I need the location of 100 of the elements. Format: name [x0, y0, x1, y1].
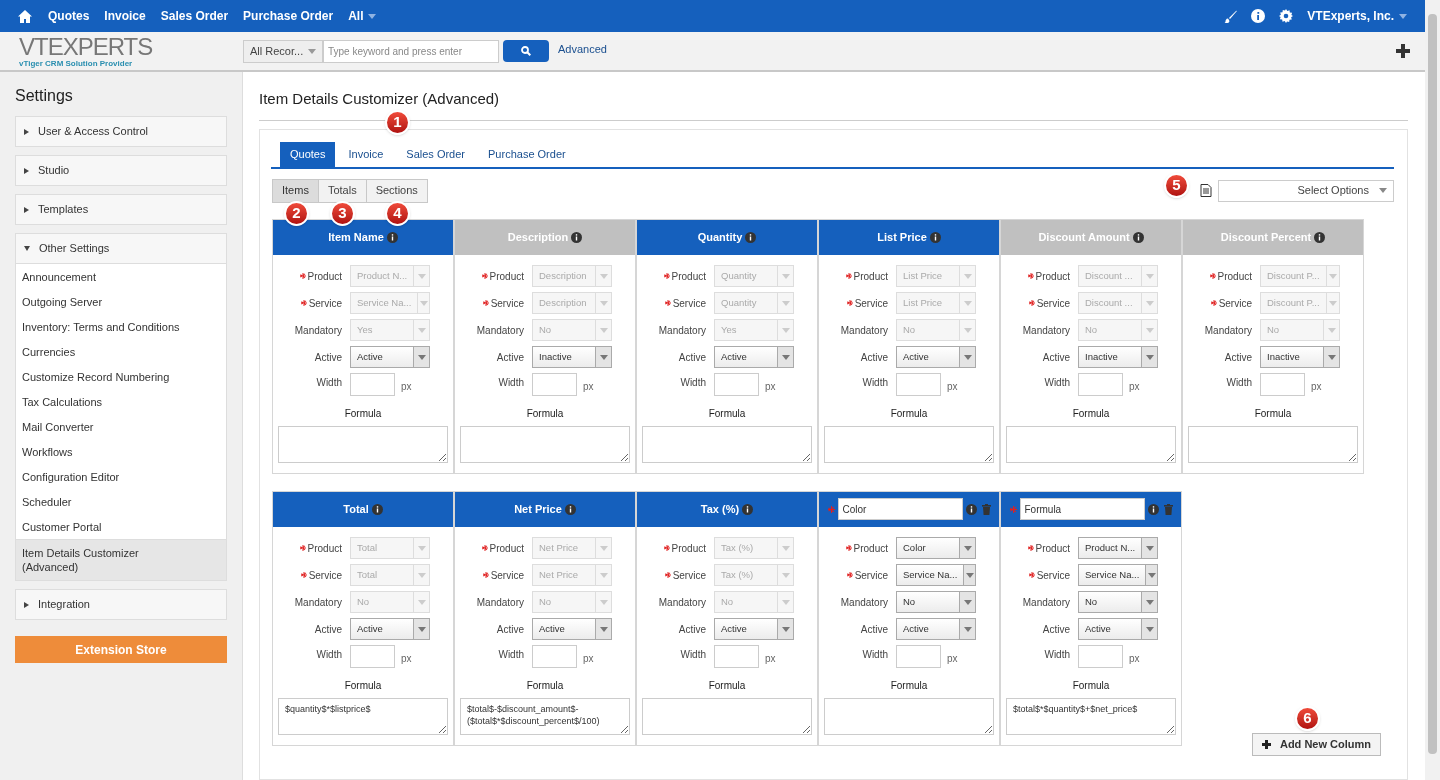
width-field[interactable]: [1260, 372, 1305, 396]
dropdown[interactable]: Inactive: [532, 346, 612, 368]
dropdown[interactable]: Active: [896, 346, 976, 368]
info-icon: [929, 231, 941, 243]
dropdown[interactable]: Active: [714, 618, 794, 640]
width-field[interactable]: [532, 372, 577, 396]
scrollbar[interactable]: [1425, 0, 1440, 780]
field-label: Width: [861, 375, 888, 390]
caret-icon: [308, 48, 316, 54]
document-icon[interactable]: [1200, 184, 1212, 197]
search-scope-dropdown[interactable]: All Recor...: [243, 39, 323, 63]
module-tab[interactable]: Quotes: [280, 141, 336, 167]
paintbrush-icon[interactable]: [1224, 9, 1238, 23]
dropdown[interactable]: Service Na...: [896, 564, 976, 586]
caret-icon: [1145, 599, 1154, 605]
unit-label: px: [1129, 651, 1140, 666]
sidebar-item[interactable]: Item Details Customizer (Advanced): [16, 539, 226, 580]
sub-tab[interactable]: Items: [272, 178, 319, 203]
caret-icon: [1328, 300, 1337, 306]
module-tab[interactable]: Invoice: [338, 141, 394, 167]
caret-icon: [781, 300, 790, 306]
dropdown[interactable]: Active: [896, 618, 976, 640]
module-tab[interactable]: Purchase Order: [478, 141, 576, 167]
expression-field[interactable]: [1006, 425, 1176, 463]
width-field[interactable]: [350, 372, 395, 396]
dropdown: Discount ...: [1078, 292, 1158, 314]
dropdown[interactable]: Inactive: [1078, 346, 1158, 368]
width-field[interactable]: [1078, 372, 1123, 396]
width-field[interactable]: [896, 644, 941, 668]
advanced-search-link[interactable]: Advanced: [558, 40, 607, 58]
column-title: List Price: [877, 229, 927, 245]
dropdown[interactable]: Inactive: [1260, 346, 1340, 368]
sidebar-section-header[interactable]: User & Access Control: [16, 117, 226, 146]
width-field[interactable]: [532, 644, 577, 668]
width-field[interactable]: [1078, 644, 1123, 668]
expression-field[interactable]: $total$*$quantity$+$net_price$: [1006, 697, 1176, 735]
unit-label: px: [401, 651, 412, 666]
caret-icon: [781, 599, 790, 605]
nav-link[interactable]: Invoice: [104, 7, 146, 25]
sidebar-section-header[interactable]: Integration: [16, 590, 226, 619]
dropdown[interactable]: Active: [350, 346, 430, 368]
expression-field[interactable]: [460, 425, 630, 463]
dropdown[interactable]: Active: [1078, 618, 1158, 640]
caret-icon: [417, 572, 426, 578]
select-options-dropdown[interactable]: Select Options: [1218, 179, 1394, 202]
delete-icon[interactable]: [1163, 503, 1173, 515]
caret-icon: [1379, 188, 1387, 193]
dropdown: Discount P...: [1260, 292, 1340, 314]
dropdown[interactable]: Active: [350, 618, 430, 640]
module-tab[interactable]: Sales Order: [396, 141, 476, 167]
sidebar-section-header[interactable]: Studio: [16, 156, 226, 185]
nav-link[interactable]: Purchase Order: [243, 7, 334, 25]
dropdown[interactable]: Active: [532, 618, 612, 640]
expression-field[interactable]: [642, 697, 812, 735]
dropdown[interactable]: No: [896, 591, 976, 613]
sidebar-section-header[interactable]: Templates: [16, 195, 226, 224]
expression-field[interactable]: [1188, 425, 1358, 463]
caret-icon: [599, 599, 608, 605]
caret-icon: [599, 572, 608, 578]
home-icon[interactable]: [18, 9, 32, 23]
expression-field[interactable]: $total$-$discount_amount$-($total$*$discount_percent$/100): [460, 697, 630, 735]
width-field[interactable]: [350, 644, 395, 668]
info-icon[interactable]: [1251, 9, 1266, 23]
expression-field[interactable]: [824, 425, 994, 463]
expression-field[interactable]: [278, 425, 448, 463]
width-field[interactable]: [896, 372, 941, 396]
expression-field[interactable]: [642, 425, 812, 463]
nav-link[interactable]: Quotes: [48, 7, 90, 25]
dropdown[interactable]: Color: [896, 537, 976, 559]
width-field[interactable]: [714, 644, 759, 668]
width-field[interactable]: [714, 372, 759, 396]
delete-icon[interactable]: [981, 503, 991, 515]
add-new-column-button[interactable]: Add New Column: [1251, 732, 1381, 756]
sidebar-title: Settings: [15, 86, 74, 106]
column-name-field[interactable]: Formula: [1019, 498, 1145, 520]
expression-field[interactable]: [824, 697, 994, 735]
dropdown[interactable]: No: [1078, 591, 1158, 613]
caret-icon: [781, 273, 790, 279]
info-icon: [965, 503, 977, 515]
search-button[interactable]: [503, 40, 549, 62]
caret-icon: [417, 545, 426, 551]
dropdown: Total: [350, 537, 430, 559]
sub-tab[interactable]: Sections: [365, 178, 428, 203]
dropdown: Discount P...: [1260, 265, 1340, 287]
expression-field[interactable]: $quantity$*$listprice$: [278, 697, 448, 735]
column-name-field[interactable]: Color: [837, 498, 963, 520]
add-icon[interactable]: [1396, 44, 1410, 58]
nav-link[interactable]: Sales Order: [160, 7, 229, 25]
user-menu[interactable]: VTExperts, Inc.: [1307, 7, 1407, 25]
sub-tab[interactable]: Totals: [317, 178, 367, 203]
dropdown: Description: [532, 265, 612, 287]
dropdown[interactable]: Active: [714, 346, 794, 368]
settings-icon[interactable]: [1279, 9, 1294, 23]
sidebar-section-header[interactable]: Other Settings: [16, 234, 226, 263]
dropdown[interactable]: Product N...: [1078, 537, 1158, 559]
column-title: Quantity: [697, 229, 743, 245]
field-label: Mandatory: [294, 595, 342, 610]
dropdown[interactable]: Service Na...: [1078, 564, 1158, 586]
nav-link[interactable]: All: [348, 7, 377, 25]
search-field[interactable]: Type keyword and press enter: [323, 39, 499, 63]
